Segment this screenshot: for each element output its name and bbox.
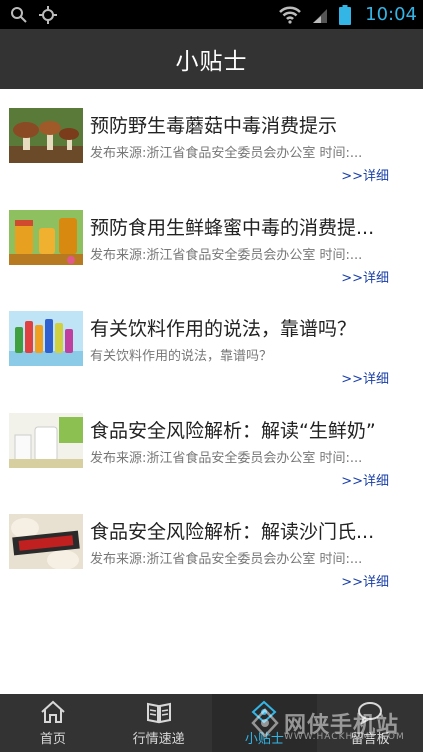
tab-tips[interactable]: 小贴士	[211, 694, 318, 752]
search-icon	[11, 6, 27, 23]
battery-icon	[339, 4, 352, 25]
tab-market-news[interactable]: 行情速递	[106, 694, 212, 752]
signal-icon	[313, 8, 328, 23]
page-title: 小贴士	[175, 49, 248, 75]
article-source: 发布来源:浙江省食品安全委员会办公室 时间:...	[90, 552, 363, 567]
clock: 10:04	[365, 4, 417, 25]
tab-label: 行情速递	[132, 731, 185, 747]
tab-label: 留言板	[350, 731, 390, 747]
detail-link[interactable]: >>详细	[341, 368, 389, 387]
detail-link[interactable]: >>详细	[341, 571, 389, 590]
wifi-icon	[279, 6, 302, 24]
article-title: 食品安全风险解析：解读沙门氏...	[90, 521, 375, 543]
drinks-thumbnail	[9, 311, 83, 366]
detail-link[interactable]: >>详细	[341, 470, 389, 489]
home-icon	[41, 700, 65, 723]
article-title: 食品安全风险解析：解读“生鲜奶”	[90, 419, 376, 442]
list-item[interactable]: 预防食用生鲜蜂蜜中毒的消费提... 发布来源:浙江省食品安全委员会办公室 时间:…	[0, 191, 423, 293]
tab-label: 小贴士	[244, 731, 284, 747]
status-bar: 10:04	[0, 0, 423, 29]
tab-home[interactable]: 首页	[0, 694, 106, 752]
tab-message-board[interactable]: 留言板	[317, 694, 423, 752]
book-icon	[146, 702, 171, 723]
list-item[interactable]: 预防野生毒蘑菇中毒消费提示 发布来源:浙江省食品安全委员会办公室 时间:... …	[0, 89, 423, 191]
message-icon	[358, 701, 383, 724]
article-title: 有关饮料作用的说法，靠谱吗？	[90, 318, 357, 340]
gps-icon	[39, 5, 57, 24]
article-desc: 有关饮料作用的说法，靠谱吗？	[90, 349, 273, 364]
detail-link[interactable]: >>详细	[341, 165, 389, 184]
article-list: 预防野生毒蘑菇中毒消费提示 发布来源:浙江省食品安全委员会办公室 时间:... …	[0, 89, 423, 597]
milk-thumbnail	[9, 412, 83, 468]
mushroom-thumbnail	[9, 108, 83, 163]
article-source: 发布来源:浙江省食品安全委员会办公室 时间:...	[90, 146, 363, 161]
article-title: 预防野生毒蘑菇中毒消费提示	[90, 115, 338, 137]
article-source: 发布来源:浙江省食品安全委员会办公室 时间:...	[90, 247, 363, 263]
tab-label: 首页	[39, 731, 66, 747]
bottom-tab-bar: 首页 行情速递 小贴士 留言板	[0, 694, 423, 752]
article-title: 预防食用生鲜蜂蜜中毒的消费提...	[90, 216, 375, 239]
salmonella-thumbnail	[9, 514, 83, 569]
tips-icon	[251, 700, 277, 723]
list-item[interactable]: 食品安全风险解析：解读沙门氏... 发布来源:浙江省食品安全委员会办公室 时间:…	[0, 495, 423, 597]
honey-thumbnail	[9, 209, 83, 265]
article-source: 发布来源:浙江省食品安全委员会办公室 时间:...	[90, 450, 363, 466]
list-item[interactable]: 食品安全风险解析：解读“生鲜奶” 发布来源:浙江省食品安全委员会办公室 时间:.…	[0, 394, 423, 496]
detail-link[interactable]: >>详细	[341, 267, 389, 286]
title-bar: 小贴士	[0, 29, 423, 89]
list-item[interactable]: 有关饮料作用的说法，靠谱吗？ 有关饮料作用的说法，靠谱吗？ >>详细	[0, 292, 423, 394]
